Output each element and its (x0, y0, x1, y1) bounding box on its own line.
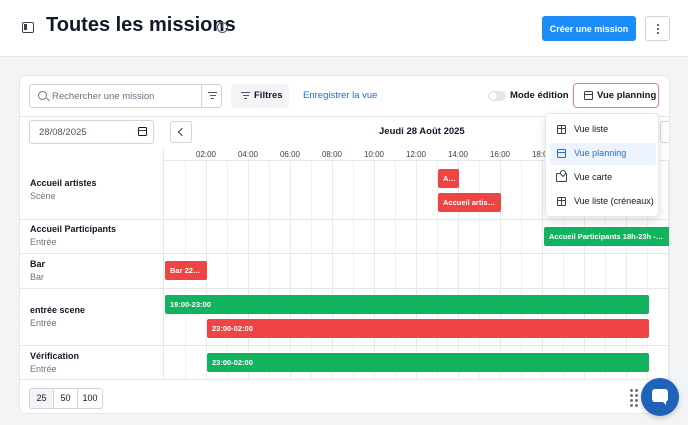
hour-label: 16:00 (489, 150, 511, 159)
row-divider (20, 288, 669, 289)
row-title: Accueil Participants (30, 224, 117, 234)
hour-label: 06:00 (279, 150, 301, 159)
page-size-option[interactable]: 25 (30, 389, 54, 408)
filters-button[interactable]: Filtres (231, 84, 289, 108)
row-subtitle: Entrée (30, 237, 57, 247)
row-title: Vérification (30, 351, 80, 361)
calendar-icon (557, 149, 566, 158)
grid-line (248, 161, 249, 379)
edit-mode-label: Mode édition (510, 90, 569, 101)
pagination-footer: 25 50 100 (20, 379, 669, 413)
grid-line (668, 161, 669, 379)
grid-line (374, 161, 375, 379)
view-menu-item-slot-list[interactable]: Vue liste (créneaux) (550, 191, 656, 213)
row-title: Bar (30, 259, 46, 269)
grid-line (290, 161, 291, 379)
menu-item-label: Vue liste (créneaux) (574, 196, 654, 206)
dot-icon (657, 28, 659, 30)
hour-label: 14:00 (447, 150, 469, 159)
search-icon (38, 91, 47, 100)
menu-item-label: Vue liste (574, 124, 609, 134)
chevron-left-icon (177, 127, 187, 137)
view-menu-item-map[interactable]: Vue carte (550, 167, 656, 189)
page-header: Toutes les missions i Créer une mission (0, 0, 688, 57)
chat-icon (652, 389, 668, 405)
grid-line (395, 161, 396, 379)
grid-line (332, 161, 333, 379)
page-size-option[interactable]: 50 (54, 389, 78, 408)
info-icon[interactable]: i (217, 22, 228, 33)
next-day-button[interactable] (660, 121, 669, 143)
save-view-link[interactable]: Enregistrer la vue (303, 90, 377, 101)
grid-line (416, 161, 417, 379)
page-title: Toutes les missions (46, 14, 236, 36)
date-input[interactable]: 28/08/2025 (29, 120, 154, 144)
edit-mode-toggle[interactable] (488, 91, 506, 101)
previous-day-button[interactable] (170, 121, 192, 143)
filter-lines-icon (241, 92, 250, 100)
hour-label: 02:00 (195, 150, 217, 159)
table-icon (557, 125, 566, 134)
search-options-button[interactable] (201, 85, 222, 107)
view-selector-label: Vue planning (597, 90, 657, 101)
shift-block[interactable]: 23:00-02:00 (207, 353, 649, 372)
menu-item-label: Vue planning (574, 148, 627, 158)
shift-block[interactable]: A... (438, 169, 459, 188)
grid-line (311, 161, 312, 379)
grid-line (542, 161, 543, 379)
shift-block[interactable]: 19:00-23:00 (165, 295, 649, 314)
hour-label: 04:00 (237, 150, 259, 159)
grid-line (269, 161, 270, 379)
drag-handle-icon[interactable] (630, 389, 640, 407)
view-menu-item-planning[interactable]: Vue planning (550, 143, 656, 165)
shift-block[interactable]: Bar 22h... (165, 261, 207, 280)
current-day-label: Jeudi 28 Août 2025 (379, 126, 465, 137)
grid-line (227, 161, 228, 379)
row-subtitle: Bar (30, 272, 45, 282)
filter-lines-icon (208, 92, 217, 100)
row-divider (20, 345, 669, 346)
hour-label: 12:00 (405, 150, 427, 159)
search-input[interactable] (52, 88, 197, 104)
shift-block[interactable]: Accueil Participants 18h-23h - 1... (544, 227, 669, 246)
hour-label: 10:00 (363, 150, 385, 159)
chat-support-button[interactable] (641, 378, 679, 416)
hour-label: 08:00 (321, 150, 343, 159)
view-menu: Vue liste Vue planning Vue carte Vue lis… (545, 113, 659, 217)
dot-icon (657, 32, 659, 34)
menu-item-label: Vue carte (574, 172, 613, 182)
grid-line (353, 161, 354, 379)
row-divider (20, 219, 669, 220)
row-title: entrée scene (30, 305, 86, 315)
dot-icon (657, 24, 659, 26)
sidebar-toggle-icon[interactable] (22, 22, 34, 33)
table-icon (557, 197, 566, 206)
row-title: Accueil artistes (30, 178, 97, 188)
row-subtitle: Scène (30, 191, 56, 201)
view-menu-item-list[interactable]: Vue liste (550, 119, 656, 141)
date-value: 28/08/2025 (39, 127, 87, 138)
view-selector-button[interactable]: Vue planning (573, 83, 659, 108)
grid-line (521, 161, 522, 379)
create-mission-button[interactable]: Créer une mission (542, 16, 636, 41)
row-subtitle: Entrée (30, 364, 57, 374)
page-size-option[interactable]: 100 (78, 389, 102, 408)
row-divider (20, 253, 669, 254)
row-subtitle: Entrée (30, 318, 57, 328)
calendar-icon (584, 91, 593, 100)
page-size-selector: 25 50 100 (29, 388, 103, 409)
filters-label: Filtres (254, 90, 283, 101)
search-box (29, 84, 222, 108)
calendar-icon[interactable] (138, 127, 147, 136)
map-icon (556, 173, 567, 182)
more-options-button[interactable] (645, 16, 670, 41)
shift-block[interactable]: 23:00-02:00 (207, 319, 649, 338)
shift-block[interactable]: Accueil artist... (438, 193, 501, 212)
